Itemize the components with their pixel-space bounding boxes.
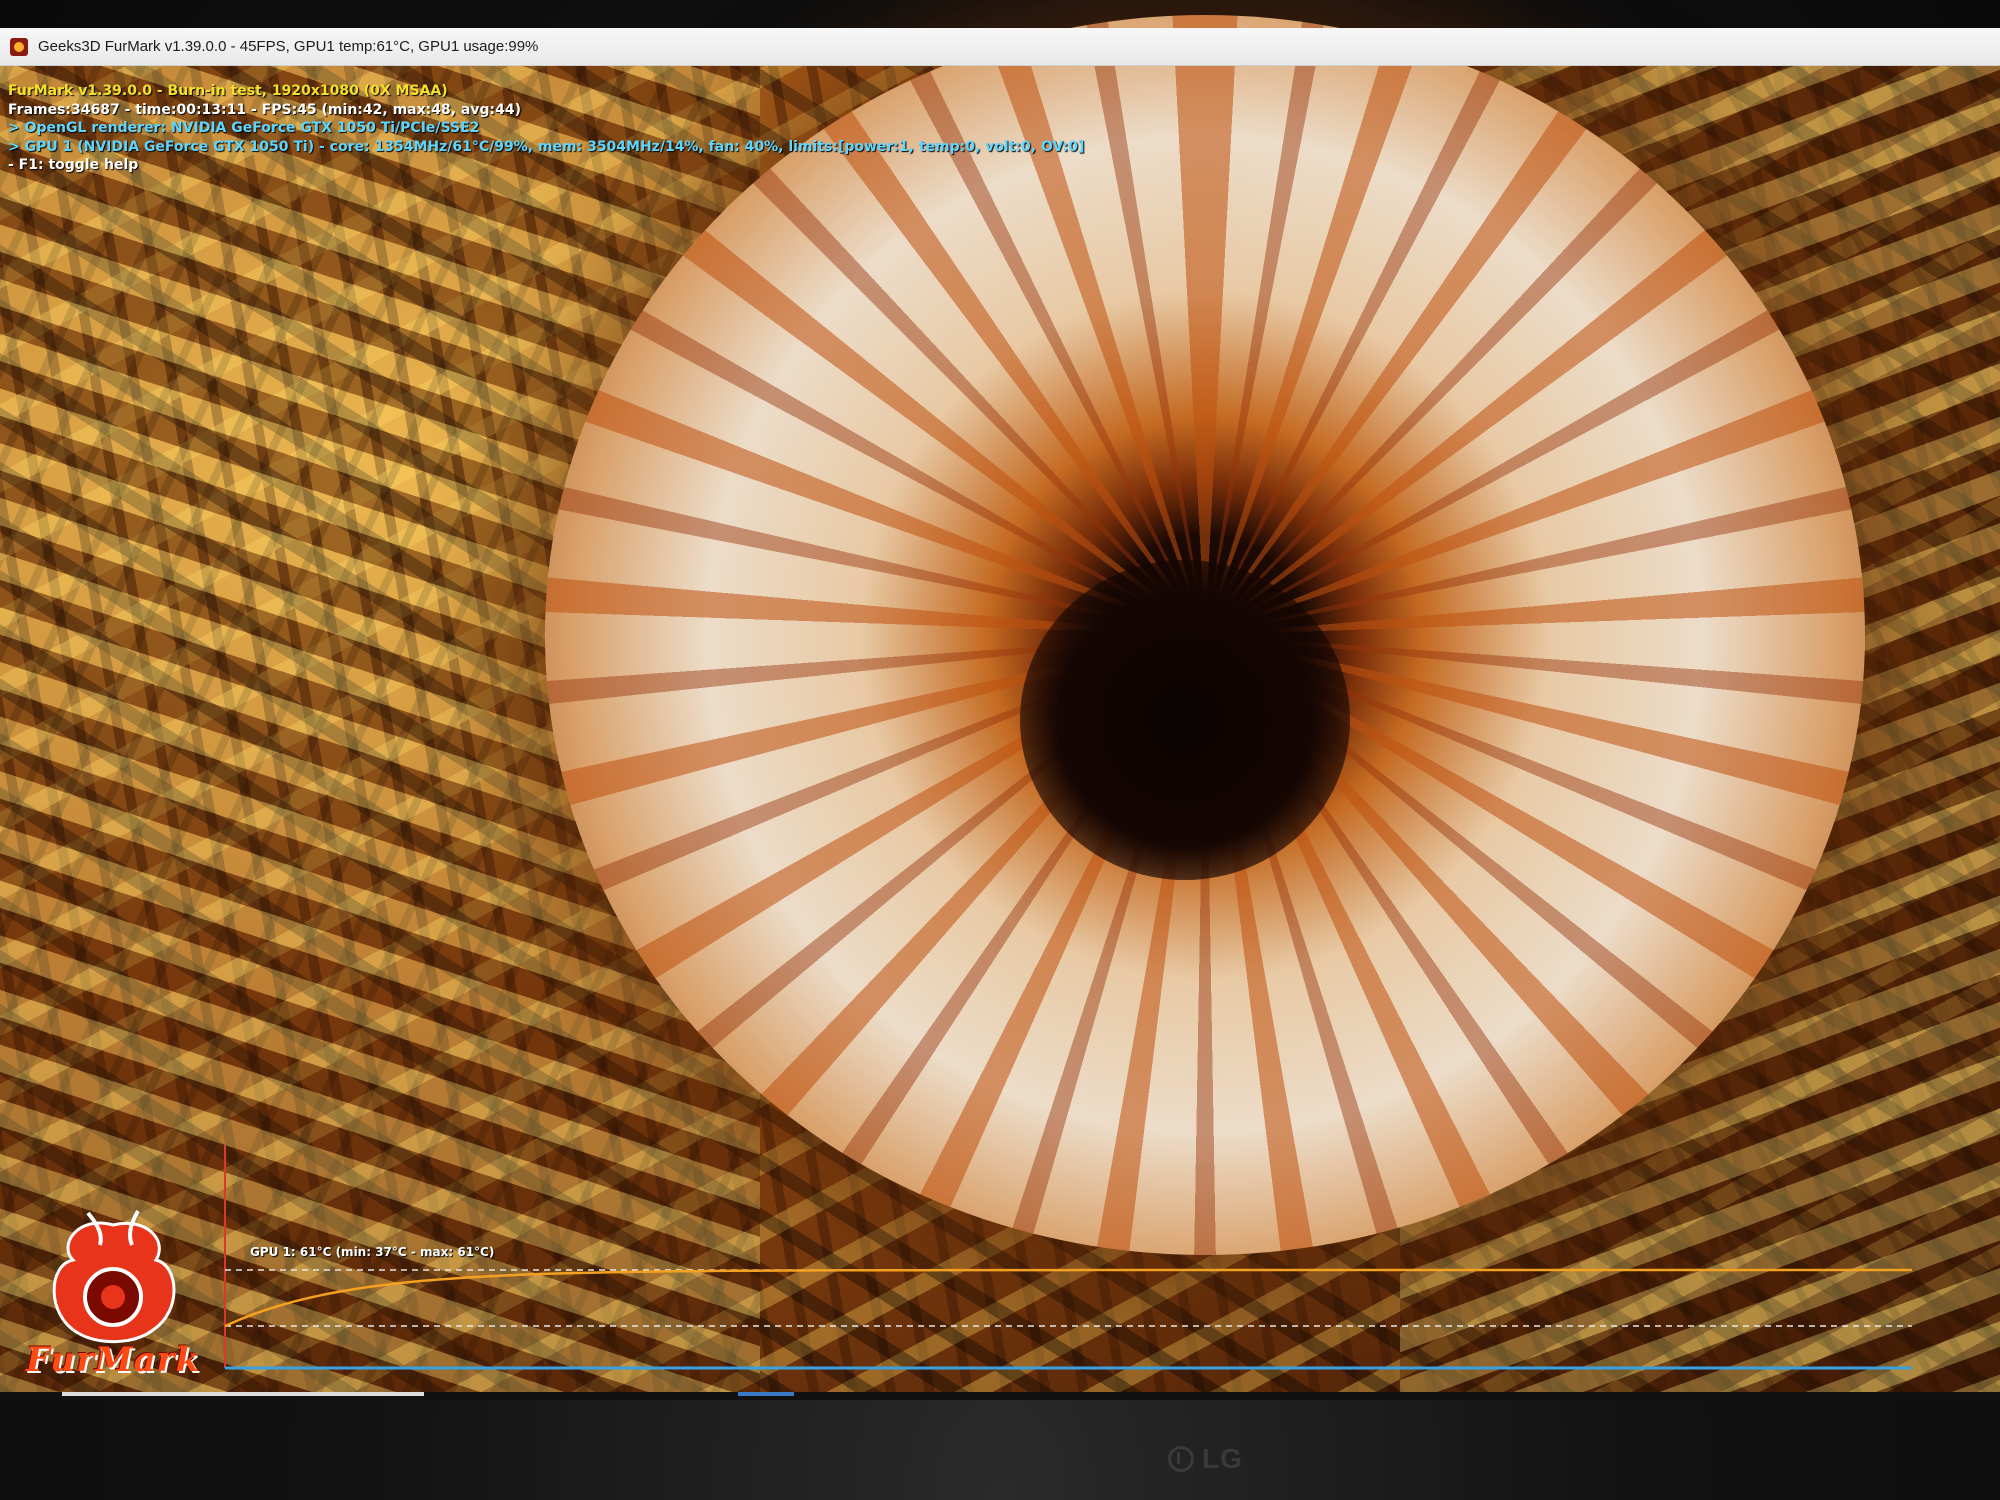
hud-help-line: - F1: toggle help: [8, 157, 139, 173]
hud-title-line: FurMark v1.39.0.0 - Burn-in test, 1920x1…: [8, 83, 448, 99]
furmark-app-icon[interactable]: [10, 37, 28, 56]
hud-renderer-line: > OpenGL renderer: NVIDIA GeForce GTX 10…: [8, 120, 480, 136]
temperature-graph: GPU 1: 61°C (min: 37°C - max: 61°C): [222, 1145, 1912, 1370]
taskbar-active-indicator: [738, 1392, 794, 1396]
temperature-line: [224, 1268, 1912, 1328]
taskbar-highlight: [62, 1392, 424, 1396]
furmark-logo-text: FurMark: [25, 1340, 201, 1380]
hud-gpu-line: > GPU 1 (NVIDIA GeForce GTX 1050 Ti) - c…: [8, 138, 1085, 155]
hud-frames-line: Frames:34687 - time:00:13:11 - FPS:45 (m…: [8, 101, 521, 118]
fur-donut-center: [1020, 560, 1350, 880]
furmark-logo-icon: [52, 1210, 176, 1344]
hud-overlay: FurMark v1.39.0.0 - Burn-in test, 1920x1…: [8, 82, 1084, 175]
taskbar-strip: [0, 1392, 2000, 1400]
monitor-brand-text: LG: [1202, 1443, 1243, 1474]
window-title: Geeks3D FurMark v1.39.0.0 - 45FPS, GPU1 …: [38, 38, 539, 55]
temperature-graph-label: GPU 1: 61°C (min: 37°C - max: 61°C): [250, 1245, 495, 1259]
window-titlebar[interactable]: Geeks3D FurMark v1.39.0.0 - 45FPS, GPU1 …: [0, 28, 2000, 66]
furmark-logo: FurMark: [18, 1205, 208, 1380]
monitor-brand: LG: [1168, 1443, 1243, 1475]
lg-logo-icon: [1168, 1446, 1194, 1472]
